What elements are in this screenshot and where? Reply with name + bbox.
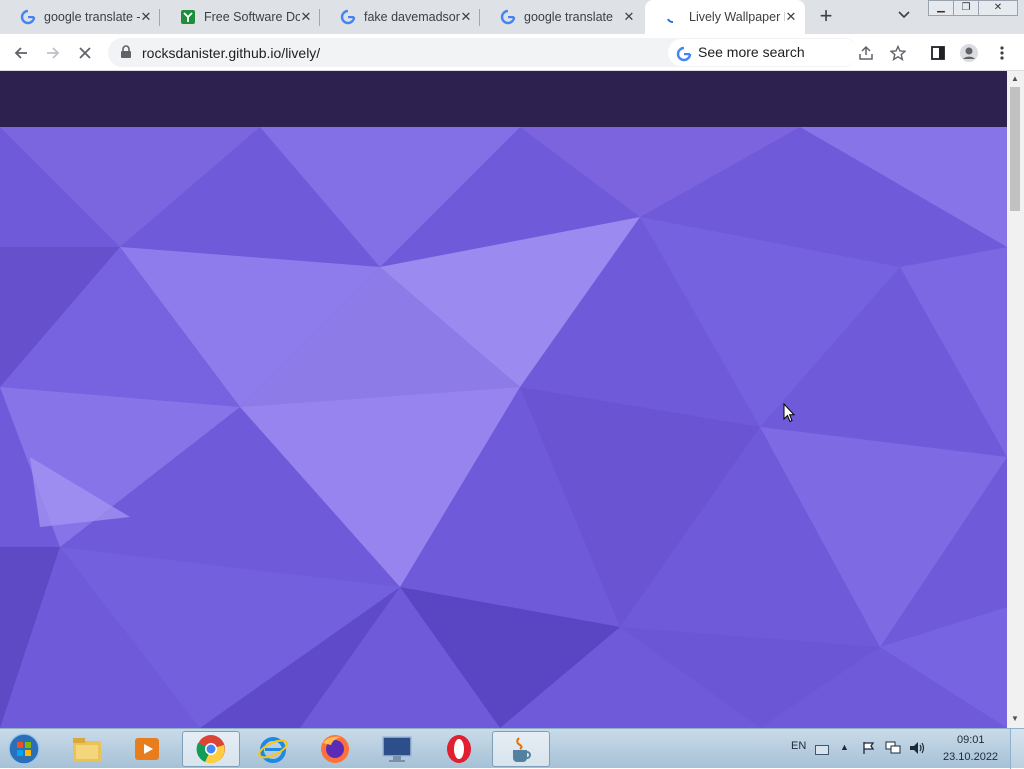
close-window-button[interactable]: ✕ xyxy=(978,0,1018,16)
loading-spinner-icon xyxy=(665,9,681,25)
bookmark-star-icon[interactable] xyxy=(885,40,911,66)
software-site-icon xyxy=(180,9,196,25)
volume-icon[interactable] xyxy=(909,741,925,760)
tab-lively-wallpaper[interactable]: Lively Wallpaper L ✕ xyxy=(645,0,805,34)
side-panel-icon[interactable] xyxy=(925,40,951,66)
profile-avatar-icon[interactable] xyxy=(956,40,982,66)
media-player-icon[interactable] xyxy=(118,731,176,767)
close-tab-icon[interactable]: ✕ xyxy=(621,9,637,25)
tab-title: Lively Wallpaper L xyxy=(689,10,785,24)
windows-taskbar: EN ▲ 09:01 23.10.2022 xyxy=(0,728,1024,769)
action-center-flag-icon[interactable] xyxy=(862,741,876,760)
tab-free-software[interactable]: Free Software Do ✕ xyxy=(160,0,320,34)
stop-loading-icon[interactable] xyxy=(72,40,98,66)
show-desktop-button[interactable] xyxy=(1010,729,1024,769)
close-tab-icon[interactable]: ✕ xyxy=(783,9,799,25)
network-icon[interactable] xyxy=(885,741,901,760)
show-hidden-icons-icon[interactable]: ▲ xyxy=(840,742,849,752)
mouse-cursor-icon xyxy=(783,402,796,428)
clock-time[interactable]: 09:01 xyxy=(957,734,985,746)
share-icon[interactable] xyxy=(853,40,879,66)
firefox-icon[interactable] xyxy=(306,731,364,767)
browser-toolbar: rocksdanister.github.io/lively/ See more… xyxy=(0,34,1024,87)
java-icon[interactable] xyxy=(492,731,550,767)
scroll-down-arrow-icon[interactable]: ▼ xyxy=(1011,714,1019,723)
google-g-icon xyxy=(340,9,356,25)
google-g-icon xyxy=(20,9,36,25)
address-bar[interactable]: rocksdanister.github.io/lively/ See more… xyxy=(108,38,858,87)
google-g-icon xyxy=(500,9,516,25)
minimize-button[interactable]: ▁ xyxy=(928,0,954,16)
scroll-up-arrow-icon[interactable]: ▲ xyxy=(1011,74,1019,83)
tab-title: Free Software Do xyxy=(204,10,300,24)
tab-google-translate-1[interactable]: google translate - ✕ xyxy=(0,0,160,34)
url-text[interactable]: rocksdanister.github.io/lively/ xyxy=(142,45,320,61)
back-arrow-icon[interactable] xyxy=(8,40,34,66)
scrollbar-thumb[interactable] xyxy=(1010,87,1020,211)
language-indicator[interactable]: EN xyxy=(791,740,806,752)
remote-desktop-icon[interactable] xyxy=(368,731,426,767)
tab-title: fake davemadson xyxy=(364,10,460,24)
tab-strip: google translate - ✕ Free Software Do ✕ … xyxy=(0,0,1024,34)
site-navbar xyxy=(0,71,1007,127)
keyboard-icon[interactable] xyxy=(815,742,829,760)
new-tab-button[interactable]: + xyxy=(814,5,838,29)
tab-title: google translate xyxy=(524,10,613,24)
tab-title: google translate - xyxy=(44,10,140,24)
more-menu-icon[interactable] xyxy=(989,40,1015,66)
close-tab-icon[interactable]: ✕ xyxy=(298,9,314,25)
maximize-button[interactable]: ❐ xyxy=(953,0,979,16)
tab-fake-davemadson[interactable]: fake davemadson ✕ xyxy=(320,0,480,34)
search-results-chip[interactable]: See more search results xyxy=(668,39,858,87)
clock-date[interactable]: 23.10.2022 xyxy=(943,751,998,763)
chevron-down-icon[interactable] xyxy=(893,8,915,26)
start-orb-icon[interactable] xyxy=(0,731,48,767)
tab-google-translate-2[interactable]: google translate ✕ xyxy=(480,0,643,34)
lock-icon[interactable] xyxy=(120,45,132,64)
close-tab-icon[interactable]: ✕ xyxy=(138,9,154,25)
opera-icon[interactable] xyxy=(430,731,488,767)
page-scrollbar[interactable]: ▲ ▼ xyxy=(1007,71,1024,728)
chrome-icon[interactable] xyxy=(182,731,240,767)
forward-arrow-icon[interactable] xyxy=(40,40,66,66)
google-g-icon xyxy=(676,44,692,71)
close-tab-icon[interactable]: ✕ xyxy=(458,9,474,25)
web-page xyxy=(0,71,1007,728)
file-explorer-icon[interactable] xyxy=(58,731,116,767)
hero-background xyxy=(0,127,1007,728)
internet-explorer-icon[interactable] xyxy=(244,731,302,767)
